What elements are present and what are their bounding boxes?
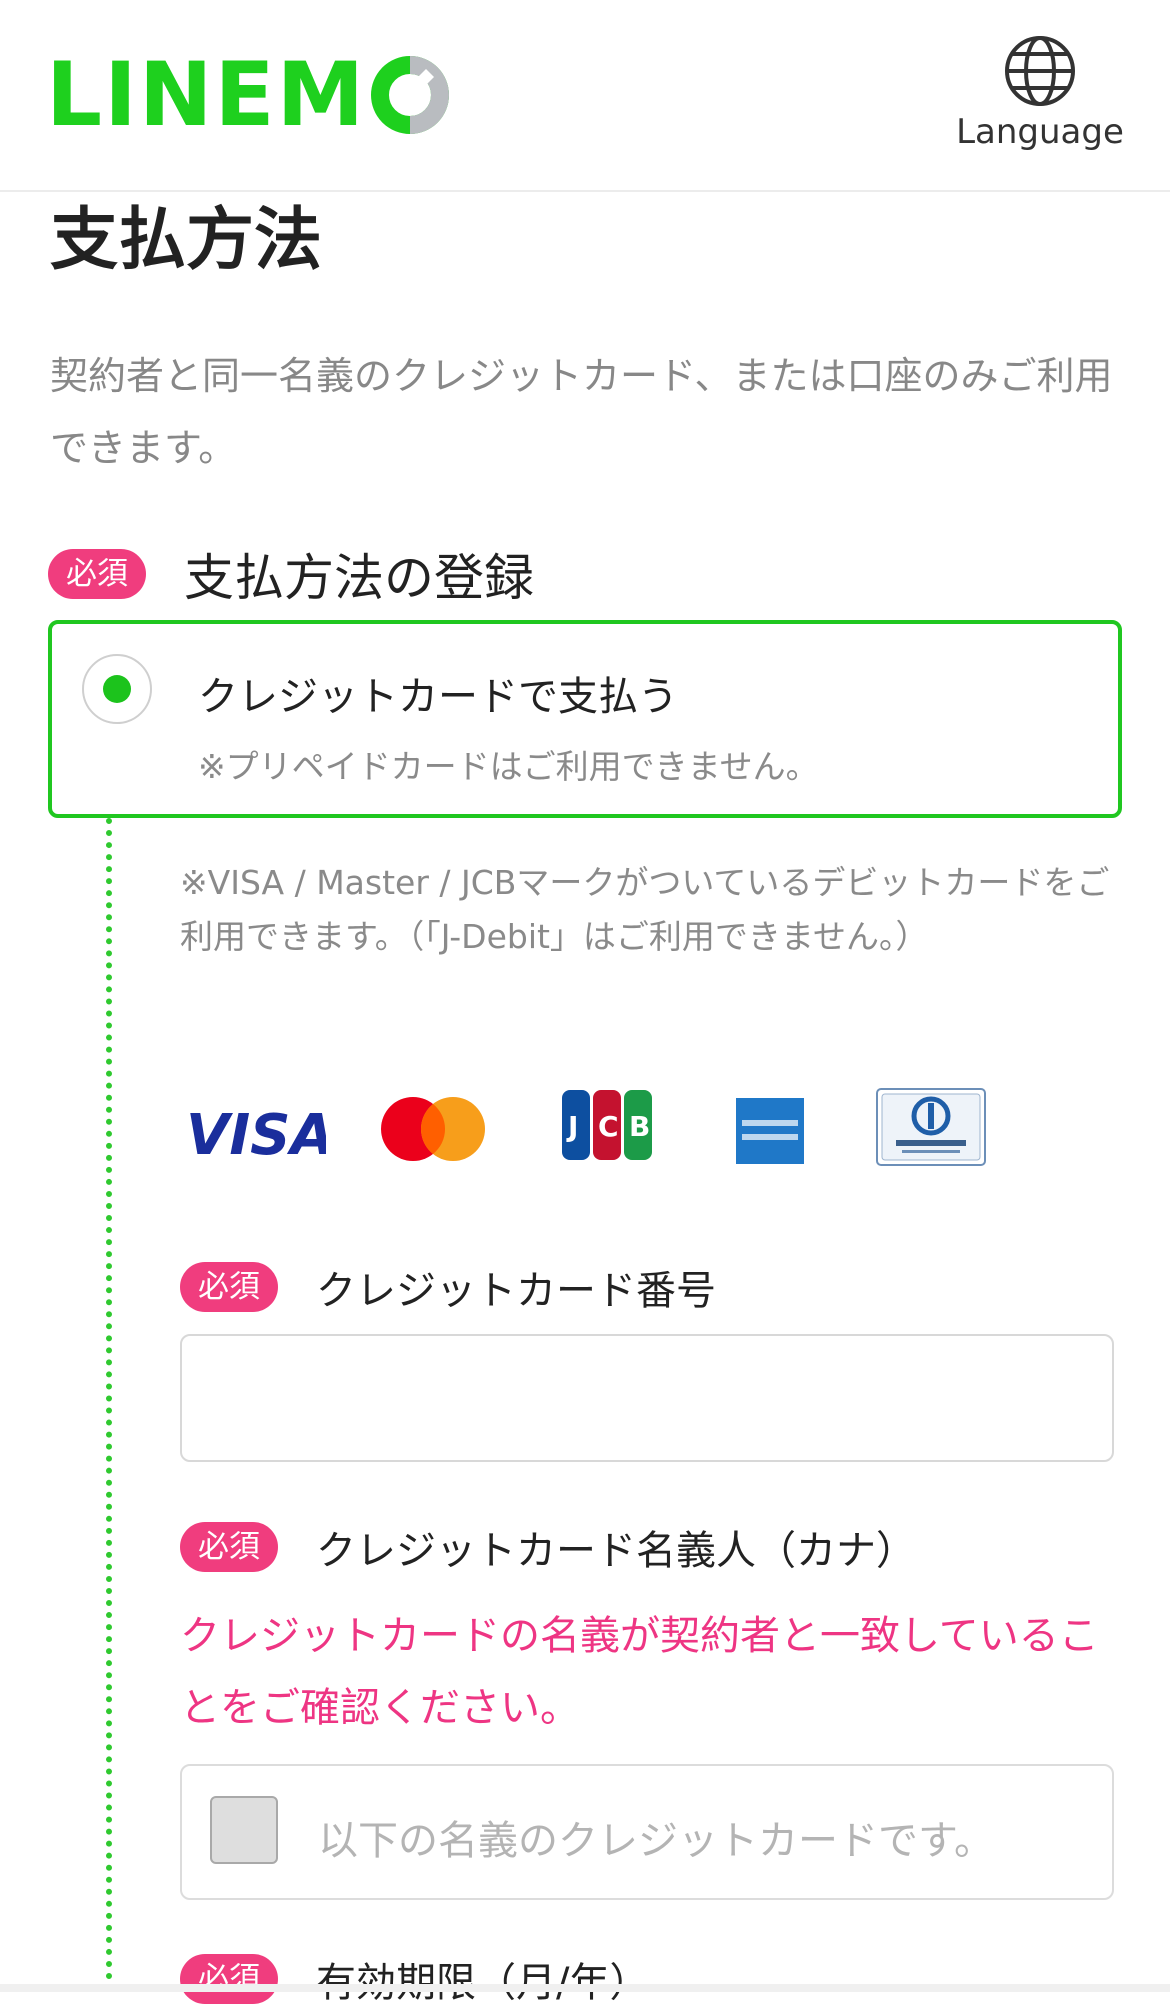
logo-text: LINEM — [46, 43, 367, 146]
required-badge: 必須 — [180, 1522, 278, 1572]
svg-text:VISA: VISA — [186, 1104, 326, 1162]
payment-section-header: 必須 支払方法の登録 — [48, 538, 534, 610]
confirm-checkbox[interactable] — [210, 1796, 278, 1864]
intro-text: 契約者と同一名義のクレジットカード、または口座のみご利用できます。 — [50, 354, 1113, 470]
card-holder-label: クレジットカード名義人（カナ） — [316, 1528, 916, 1574]
page-title: 支払方法 — [50, 201, 323, 280]
diners-club-icon — [876, 1088, 986, 1166]
language-label: Language — [956, 112, 1124, 152]
svg-text:C: C — [598, 1110, 619, 1143]
confirm-checkbox-label: 以下の名義のクレジットカードです。 — [318, 1818, 994, 1864]
card-number-input[interactable] — [180, 1334, 1114, 1462]
card-number-header: 必須 クレジットカード番号 — [180, 1258, 716, 1316]
jcb-icon: J C B — [562, 1090, 652, 1160]
required-badge: 必須 — [180, 1954, 278, 2004]
section-title: 支払方法の登録 — [184, 549, 534, 607]
logo-ring-icon — [371, 56, 450, 134]
option-note: ※プリペイドカードはご利用できません。 — [198, 747, 819, 786]
option-label: クレジットカードで支払う — [198, 674, 678, 720]
linemo-logo[interactable]: LINEM — [46, 50, 452, 140]
required-badge: 必須 — [180, 1262, 278, 1312]
required-badge: 必須 — [48, 549, 146, 599]
expiry-label: 有効期限（月/年） — [316, 1960, 650, 2006]
visa-icon: VISA — [186, 1104, 326, 1162]
mastercard-icon — [381, 1097, 485, 1161]
credit-card-radio[interactable] — [82, 654, 152, 724]
card-holder-header: 必須 クレジットカード名義人（カナ） — [180, 1518, 916, 1576]
language-button[interactable]: Language — [955, 34, 1125, 152]
card-holder-warning: クレジットカードの名義が契約者と一致していることをご確認ください。 — [180, 1613, 1099, 1731]
bottom-edge — [0, 1984, 1170, 1992]
section-connector-line — [106, 818, 112, 1992]
svg-text:B: B — [629, 1110, 650, 1143]
card-holder-confirm[interactable]: 以下の名義のクレジットカードです。 — [180, 1764, 1114, 1900]
card-number-label: クレジットカード番号 — [316, 1268, 716, 1314]
credit-card-option[interactable]: クレジットカードで支払う ※プリペイドカードはご利用できません。 — [48, 620, 1122, 818]
globe-icon — [1005, 36, 1075, 106]
radio-selected-dot — [103, 675, 131, 703]
amex-icon — [736, 1098, 804, 1164]
app-header: LINEM Language — [0, 0, 1170, 192]
svg-text:J: J — [566, 1110, 578, 1143]
expiry-header: 必須 有効期限（月/年） — [180, 1950, 649, 2008]
debit-card-note: ※VISA / Master / JCBマークがついているデビットカードをご利用… — [180, 863, 1110, 956]
